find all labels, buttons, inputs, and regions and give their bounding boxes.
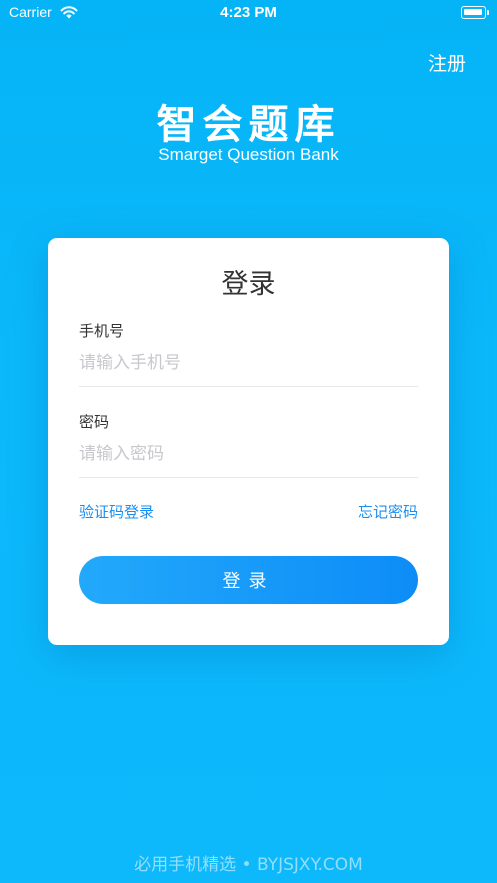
battery-icon [461, 6, 489, 19]
password-label: 密码 [79, 413, 110, 431]
register-link[interactable]: 注册 [428, 49, 466, 76]
clock: 4:23 PM [220, 4, 277, 21]
login-title: 登录 [221, 269, 276, 300]
login-card: 登录 手机号 密码 验证码登录 忘记密码 登录 [48, 238, 449, 645]
phone-input[interactable] [79, 348, 418, 378]
app-title: 智会题库 [156, 102, 341, 148]
watermark: 必用手机精选 • BYJSJXY.COM [134, 855, 363, 875]
login-button[interactable]: 登录 [79, 556, 418, 604]
sms-login-link[interactable]: 验证码登录 [79, 501, 154, 522]
password-divider [79, 477, 418, 478]
phone-divider [79, 386, 418, 387]
phone-label: 手机号 [79, 322, 125, 340]
forgot-password-link[interactable]: 忘记密码 [358, 501, 418, 522]
app-subtitle: Smarget Question Bank [158, 145, 339, 164]
password-input[interactable] [79, 439, 418, 469]
status-bar: Carrier 4:23 PM [0, 0, 497, 26]
